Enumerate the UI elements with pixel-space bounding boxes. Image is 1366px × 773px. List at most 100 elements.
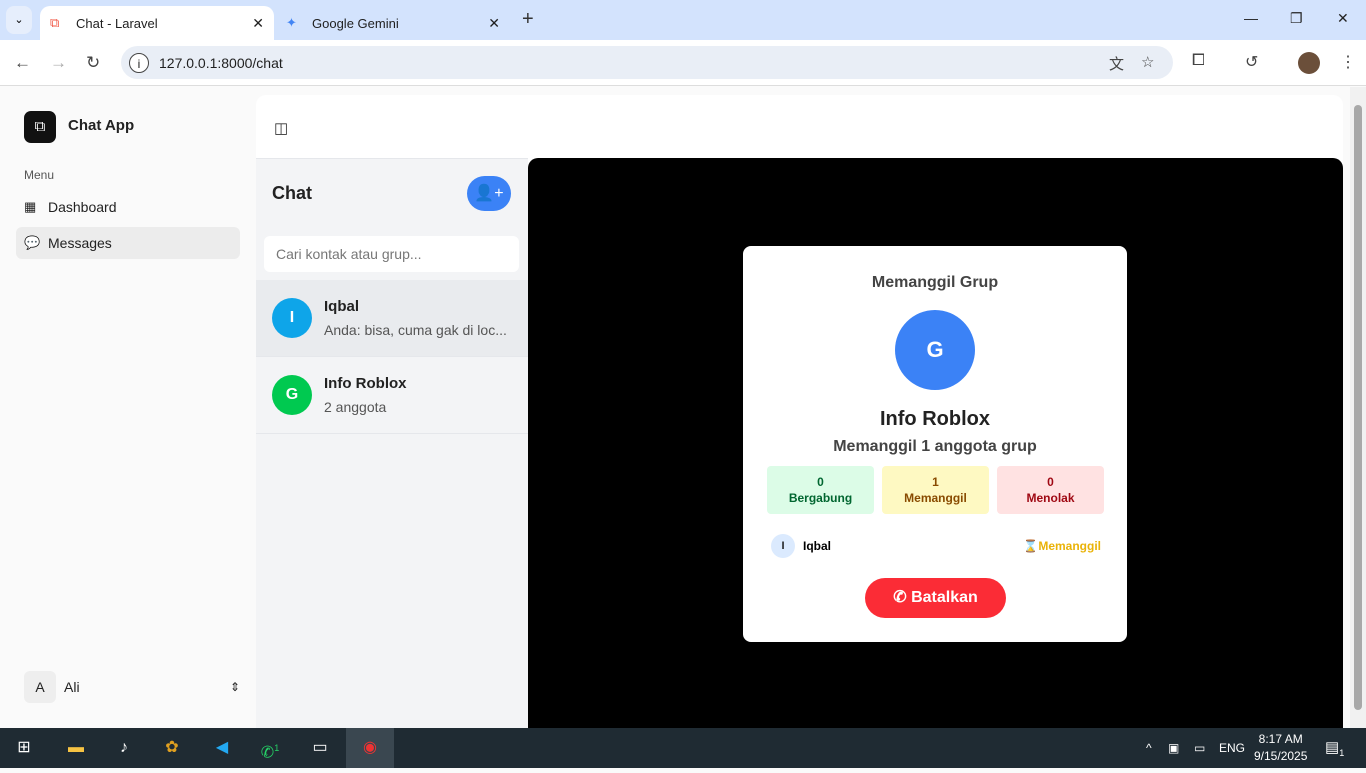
scrollbar-thumb[interactable] (1354, 105, 1362, 710)
stat-count: 0 (1047, 475, 1054, 489)
app-icon[interactable]: ✿ (148, 728, 196, 768)
contact-preview: 2 anggota (324, 399, 387, 415)
language-indicator[interactable]: ENG (1219, 728, 1245, 768)
battery-icon[interactable]: ▭ (1194, 728, 1205, 768)
close-window-icon[interactable]: ✕ (1337, 10, 1349, 27)
group-avatar: G (895, 310, 975, 390)
chat-list-panel: Chat 👤+ I Iqbal Anda: bisa, cuma gak di … (256, 158, 528, 728)
stat-joined: 0 Bergabung (767, 466, 874, 514)
hourglass-icon: ⌛ (1023, 539, 1039, 553)
member-avatar: I (771, 534, 795, 558)
file-explorer-icon[interactable]: ▬ (52, 728, 100, 768)
sidebar-toggle-icon[interactable]: ◫ (274, 119, 288, 137)
minimize-icon[interactable]: — (1244, 10, 1258, 26)
tray-app-icon[interactable]: ▣ (1168, 728, 1179, 768)
member-row: I Iqbal ⌛Memanggil (771, 534, 1101, 558)
contact-preview: Anda: bisa, cuma gak di loc... (324, 322, 507, 338)
stat-calling: 1 Memanggil (882, 466, 989, 514)
date: 9/15/2025 (1254, 749, 1308, 763)
show-hidden-icons[interactable]: ^ (1146, 728, 1152, 768)
stat-label: Memanggil (904, 491, 967, 505)
contact-name: Info Roblox (324, 375, 407, 392)
translate-icon[interactable]: 文 (1109, 53, 1124, 74)
notifications-icon[interactable]: ▤1 (1325, 728, 1344, 768)
new-tab-button[interactable]: + (522, 8, 534, 31)
taskbar: ⊞ ▬ ♪ ✿ ◀ ✆1 ▭ ◉ ^ ▣ ▭ ENG 8:17 AM 9/15/2… (0, 728, 1366, 768)
call-heading: Memanggil Grup (871, 274, 999, 291)
clock[interactable]: 8:17 AM 9/15/2025 (1254, 731, 1307, 765)
sidebar-item-dashboard[interactable]: ▦ Dashboard (16, 191, 240, 223)
chrome-icon[interactable]: ◉ (346, 728, 394, 768)
tab-title: Chat - Laravel (76, 15, 158, 31)
user-avatar: A (24, 671, 56, 703)
main-content: ◫ Chat 👤+ I Iqbal Anda: bisa, cuma gak d… (256, 95, 1343, 728)
member-name: Iqbal (803, 539, 832, 553)
stat-declined: 0 Menolak (997, 466, 1104, 514)
chevrons-up-down-icon: ⇕ (229, 680, 240, 694)
gemini-icon: ✦ (286, 15, 297, 30)
user-menu[interactable]: A Ali ⇕ (24, 671, 240, 703)
add-contact-button[interactable]: 👤+ (467, 176, 511, 211)
time: 8:17 AM (1258, 732, 1303, 746)
tab-title: Google Gemini (312, 15, 399, 31)
whatsapp-badge: 1 (274, 743, 280, 753)
page-scrollbar[interactable] (1350, 87, 1366, 728)
grid-icon: ▦ (24, 199, 37, 214)
stat-label: Bergabung (788, 491, 853, 505)
contact-item[interactable]: I Iqbal Anda: bisa, cuma gak di loc... (256, 280, 528, 357)
browser-toolbar: ← → ↻ i 127.0.0.1:8000/chat 文 ☆ ⧠ ↺ ⋮ (0, 40, 1366, 86)
address-bar[interactable]: i 127.0.0.1:8000/chat 文 ☆ (121, 46, 1173, 79)
url-text: 127.0.0.1:8000/chat (159, 54, 283, 71)
stat-count: 1 (932, 475, 939, 489)
tiktok-icon[interactable]: ♪ (100, 728, 148, 768)
sidebar-item-label: Dashboard (48, 199, 117, 215)
tab-search-button[interactable]: ⌄ (6, 6, 32, 34)
user-name: Ali (64, 679, 80, 695)
contact-avatar: I (272, 298, 312, 338)
close-tab-icon[interactable]: ✕ (488, 15, 500, 32)
user-plus-icon: 👤+ (474, 185, 504, 202)
sidebar: ⧉ Chat App Menu ▦ Dashboard 💬 Messages A Al… (0, 87, 256, 728)
contact-item[interactable]: G Info Roblox 2 anggota (256, 357, 528, 434)
notification-count: 1 (1339, 748, 1345, 758)
app-name: Chat App (68, 117, 135, 134)
extensions-icon[interactable]: ⧠ (1192, 52, 1205, 70)
vscode-icon[interactable]: ◀ (198, 728, 246, 768)
terminal-icon[interactable]: ▭ (296, 728, 344, 768)
forward-icon[interactable]: → (50, 53, 67, 73)
site-info-icon[interactable]: i (129, 52, 149, 73)
bookmark-star-icon[interactable]: ☆ (1141, 53, 1154, 71)
search-input[interactable] (264, 236, 519, 272)
call-overlay: Memanggil Grup G Info Roblox Memanggil 1… (528, 158, 1343, 728)
stat-count: 0 (817, 475, 824, 489)
menu-kebab-icon[interactable]: ⋮ (1340, 52, 1356, 72)
tab-chat-laravel[interactable]: ⧉ Chat - Laravel ✕ (40, 6, 274, 40)
sidebar-item-label: Messages (48, 235, 112, 251)
tab-google-gemini[interactable]: ✦ Google Gemini ✕ (276, 6, 510, 40)
back-icon[interactable]: ← (14, 53, 31, 73)
cancel-call-button[interactable]: ✆ Batalkan (865, 578, 1006, 618)
chat-icon: 💬 (24, 235, 41, 250)
windows-start-icon[interactable]: ⊞ (0, 728, 48, 768)
laravel-icon: ⧉ (50, 15, 60, 30)
cancel-label: Batalkan (911, 589, 978, 606)
whatsapp-icon[interactable]: ✆1 (246, 728, 294, 768)
member-status: ⌛Memanggil (1023, 539, 1101, 553)
menu-label: Menu (24, 168, 55, 182)
contact-name: Iqbal (324, 298, 360, 315)
group-call-dialog: Memanggil Grup G Info Roblox Memanggil 1… (743, 246, 1127, 642)
group-name: Info Roblox (880, 408, 990, 430)
history-icon[interactable]: ↺ (1245, 52, 1258, 72)
profile-avatar[interactable] (1298, 52, 1320, 74)
close-tab-icon[interactable]: ✕ (252, 15, 264, 32)
call-subtitle: Memanggil 1 anggota grup (833, 438, 1037, 455)
restore-icon[interactable]: ❐ (1290, 10, 1303, 27)
reload-icon[interactable]: ↻ (86, 53, 100, 73)
tab-bar: ⌄ ⧉ Chat - Laravel ✕ ✦ Google Gemini ✕ + — ❐… (0, 0, 1366, 40)
app-logo: ⧉ (24, 111, 56, 143)
contact-avatar: G (272, 375, 312, 415)
sidebar-item-messages[interactable]: 💬 Messages (16, 227, 240, 259)
stat-label: Menolak (1026, 491, 1075, 505)
phone-x-icon: ✆ (893, 589, 912, 606)
member-status-text: Memanggil (1038, 539, 1101, 553)
